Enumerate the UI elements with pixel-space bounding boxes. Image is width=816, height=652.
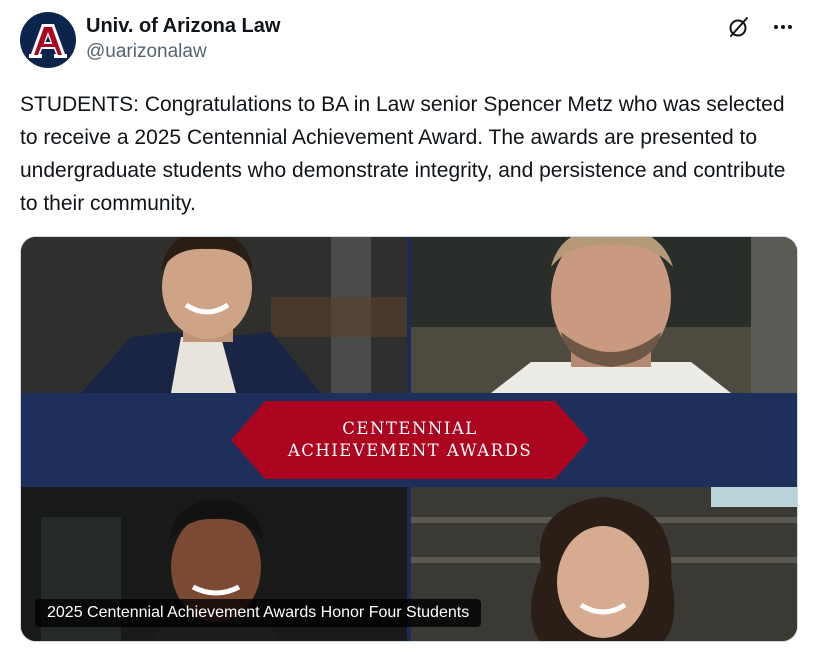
award-title-line2: ACHIEVEMENT AWARDS xyxy=(287,441,533,460)
more-icon[interactable] xyxy=(770,14,796,40)
photo-student-top-left xyxy=(21,237,407,393)
author-handle[interactable]: @uarizonalaw xyxy=(86,39,280,65)
award-banner: CENTENNIAL ACHIEVEMENT AWARDS xyxy=(21,393,797,487)
author-block: Univ. of Arizona Law @uarizonalaw xyxy=(86,13,280,65)
media-caption: 2025 Centennial Achievement Awards Honor… xyxy=(35,599,482,627)
header-actions xyxy=(726,14,796,40)
award-title-line1: CENTENNIAL xyxy=(342,419,478,438)
photo-student-top-right xyxy=(411,237,797,393)
award-title: CENTENNIAL ACHIEVEMENT AWARDS xyxy=(231,401,589,479)
author-name[interactable]: Univ. of Arizona Law xyxy=(86,13,280,39)
tweet-media-card[interactable]: CENTENNIAL ACHIEVEMENT AWARDS 2025 Cente… xyxy=(20,236,798,642)
tweet-text: STUDENTS: Congratulations to BA in Law s… xyxy=(20,93,786,215)
arizona-a-logo-icon xyxy=(29,24,67,58)
grok-icon[interactable] xyxy=(726,14,752,40)
avatar[interactable] xyxy=(20,12,76,68)
